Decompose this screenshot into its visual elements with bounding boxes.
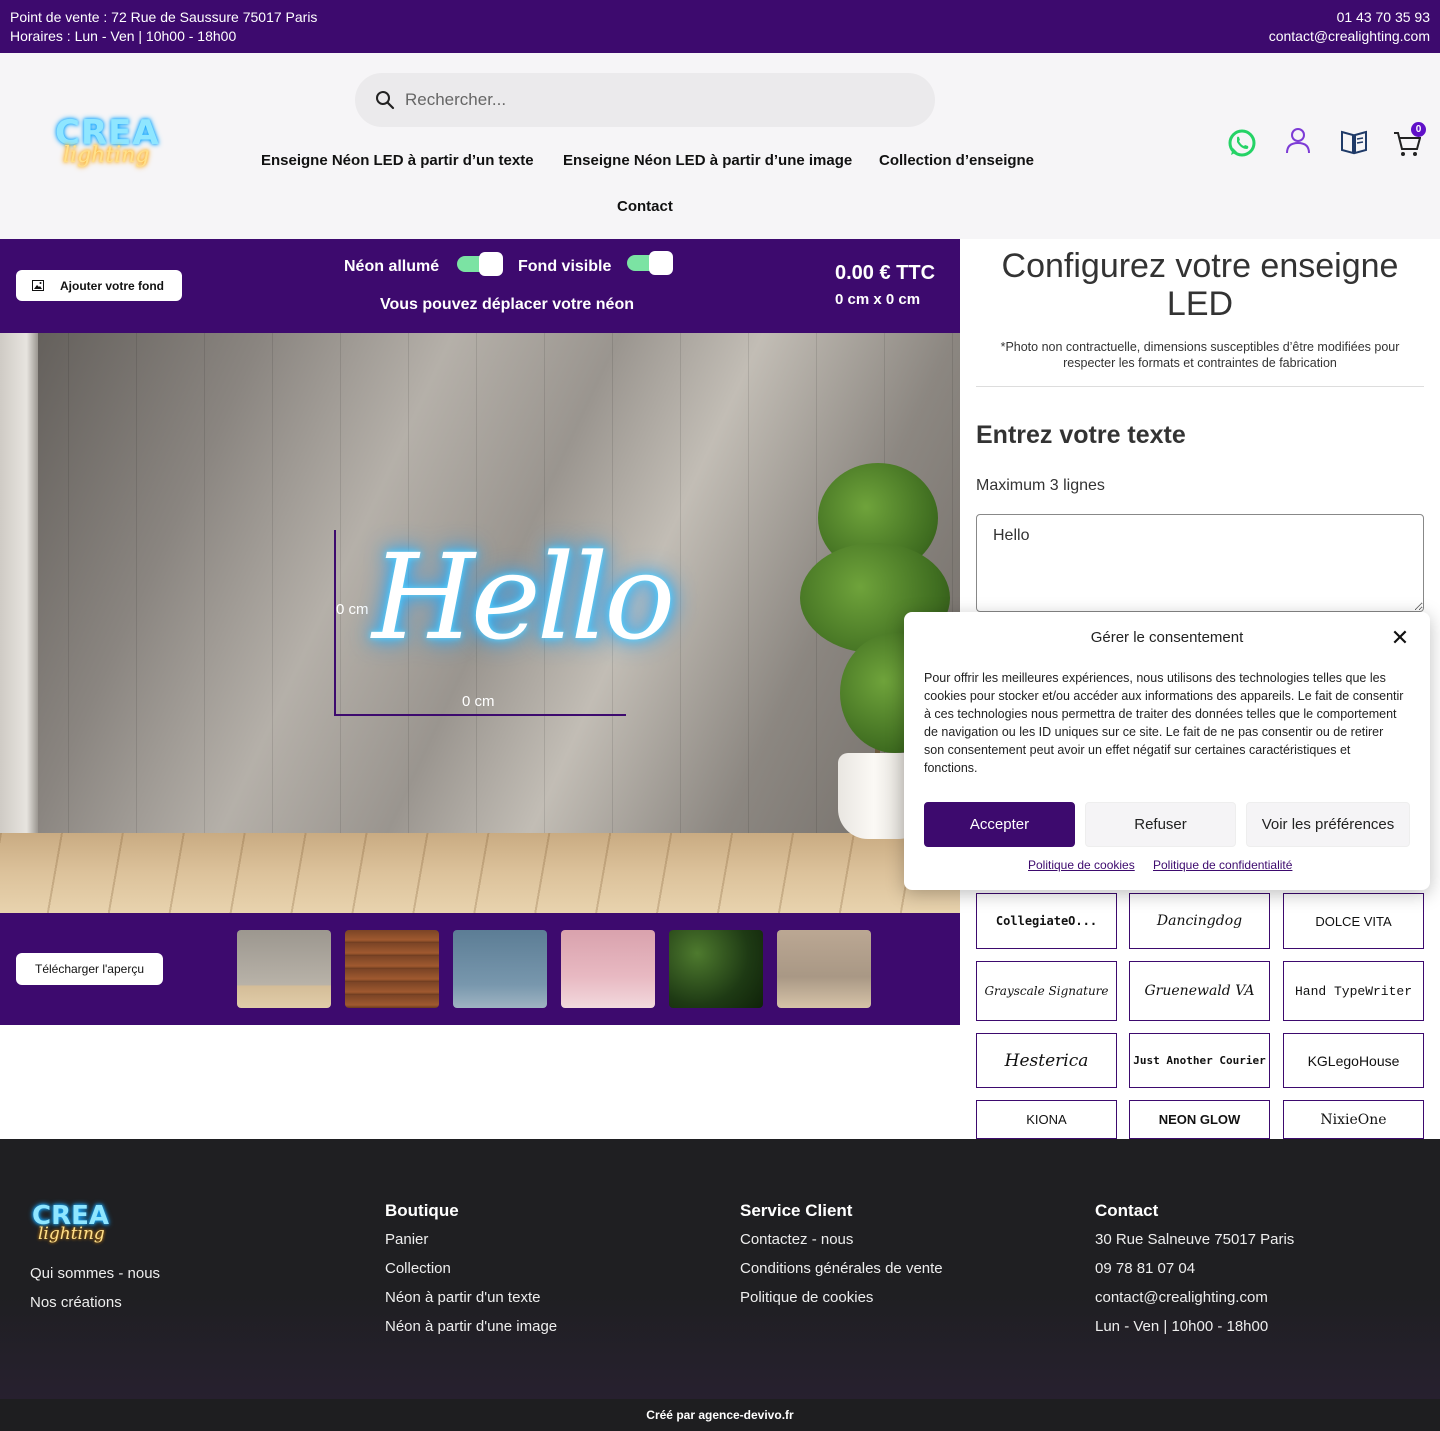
footer-link-neon-image[interactable]: Néon à partir d'une image (385, 1318, 557, 1335)
footer-phone[interactable]: 09 78 81 07 04 (1095, 1260, 1195, 1277)
refuse-cookies-button[interactable]: Refuser (1085, 802, 1236, 847)
background-picker-bar: Télécharger l'aperçu (0, 913, 960, 1025)
dimensions: 0 cm x 0 cm (835, 291, 921, 308)
text-section-title: Entrez votre texte (976, 421, 1186, 449)
background-thumbnail-blue-room[interactable] (453, 930, 547, 1008)
width-label: 0 cm (462, 693, 495, 710)
font-option-dancingdog[interactable]: Dancingdog (1129, 893, 1270, 949)
footer-link-neon-text[interactable]: Néon à partir d'un texte (385, 1289, 540, 1306)
bg-visible-toggle[interactable] (627, 251, 673, 275)
font-option-kiona[interactable]: KIONA (976, 1100, 1117, 1139)
footer-boutique-title: Boutique (385, 1201, 459, 1220)
search-icon[interactable] (375, 90, 395, 115)
nav-contact[interactable]: Contact (617, 198, 673, 215)
wall-pillar (0, 333, 38, 833)
bg-visible-label: Fond visible (518, 258, 612, 275)
footer-contact-title: Contact (1095, 1201, 1159, 1220)
footer-link-about[interactable]: Qui sommes - nous (30, 1265, 160, 1282)
height-dimension-line (334, 530, 336, 715)
font-option-nixieone[interactable]: NixieOne (1283, 1100, 1424, 1139)
font-option-neon-glow[interactable]: NEON GLOW (1129, 1100, 1270, 1139)
footer-link-cookie-policy[interactable]: Politique de cookies (740, 1289, 873, 1306)
footer-hours: Lun - Ven | 10h00 - 18h00 (1095, 1318, 1269, 1335)
cart-count-badge: 0 (1411, 122, 1426, 137)
catalog-book-icon[interactable] (1340, 129, 1368, 160)
neon-text[interactable]: Hello (372, 528, 675, 666)
footer-credit[interactable]: Créé par agence-devivo.fr (0, 1399, 1440, 1431)
search-bar (355, 73, 935, 127)
store-address: Point de vente : 72 Rue de Saussure 7501… (10, 9, 318, 25)
footer-logo-lighting-text: lighting (38, 1224, 105, 1244)
background-thumbnail-concrete[interactable] (237, 930, 331, 1008)
image-icon (32, 280, 44, 294)
background-thumbnail-pink-room[interactable] (561, 930, 655, 1008)
site-logo[interactable]: CREA lighting (55, 113, 159, 181)
neon-preview-canvas[interactable]: 0 cm 0 cm Hello (0, 333, 960, 913)
font-option-kglegohouse[interactable]: KGLegoHouse (1283, 1033, 1424, 1088)
add-background-button[interactable]: Ajouter votre fond (16, 270, 182, 301)
add-background-label: Ajouter votre fond (60, 278, 164, 293)
disclaimer-note: *Photo non contractuelle, dimensions sus… (1000, 340, 1400, 370)
site-header: CREA lighting Enseigne Néon LED à partir… (0, 53, 1440, 239)
background-thumbnail-wood[interactable] (345, 930, 439, 1008)
max-lines-hint: Maximum 3 lignes (976, 477, 1105, 494)
whatsapp-icon[interactable] (1227, 128, 1257, 163)
price: 0.00 € TTC (835, 262, 936, 284)
logo-lighting-text: lighting (63, 143, 150, 168)
panel-title: Configurez votre enseigne LED (1001, 247, 1399, 323)
font-option-hand-typewriter[interactable]: Hand TypeWriter (1283, 961, 1424, 1021)
footer-link-cart[interactable]: Panier (385, 1231, 428, 1248)
cookie-preferences-button[interactable]: Voir les préférences (1246, 802, 1410, 847)
phone-link[interactable]: 01 43 70 35 93 (1337, 9, 1430, 25)
cookie-policy-link[interactable]: Politique de cookies (1028, 858, 1135, 872)
neon-on-toggle[interactable] (457, 252, 503, 276)
height-label: 0 cm (336, 601, 369, 618)
background-thumbnail-foliage[interactable] (669, 930, 763, 1008)
divider (976, 386, 1424, 387)
move-neon-hint: Vous pouvez déplacer votre néon (380, 296, 634, 313)
consent-title: Gérer le consentement (1090, 629, 1244, 646)
download-preview-button[interactable]: Télécharger l'aperçu (16, 953, 163, 985)
font-option-gruenewald[interactable]: Gruenewald VA (1129, 961, 1270, 1021)
font-option-collegiate[interactable]: CollegiateO... (976, 893, 1117, 949)
footer-link-creations[interactable]: Nos créations (30, 1294, 122, 1311)
background-thumbnail-beige-room[interactable] (777, 930, 871, 1008)
font-option-dolce-vita[interactable]: DOLCE VITA (1283, 893, 1424, 949)
accept-cookies-button[interactable]: Accepter (924, 802, 1075, 847)
nav-collection[interactable]: Collection d’enseigne (879, 152, 1034, 169)
account-icon[interactable] (1285, 127, 1311, 160)
footer-address: 30 Rue Salneuve 75017 Paris (1095, 1231, 1295, 1248)
footer-email[interactable]: contact@crealighting.com (1095, 1289, 1268, 1306)
nav-neon-image[interactable]: Enseigne Néon LED à partir d’une image (563, 152, 852, 169)
configurator-toolbar: Ajouter votre fond Néon allumé Fond visi… (0, 239, 960, 333)
footer-link-collection[interactable]: Collection (385, 1260, 451, 1277)
wooden-floor (0, 833, 960, 913)
footer-link-contact-us[interactable]: Contactez - nous (740, 1231, 853, 1248)
width-dimension-line (334, 714, 626, 716)
nav-neon-text[interactable]: Enseigne Néon LED à partir d’un texte (261, 152, 534, 169)
email-link[interactable]: contact@crealighting.com (1269, 28, 1430, 44)
footer-service-title: Service Client (740, 1201, 853, 1220)
font-option-just-another-courier[interactable]: Just Another Courier (1129, 1033, 1270, 1088)
font-option-hesterica[interactable]: Hesterica (976, 1033, 1117, 1088)
neon-text-input[interactable] (976, 514, 1424, 612)
privacy-policy-link[interactable]: Politique de confidentialité (1153, 858, 1292, 872)
consent-text: Pour offrir les meilleures expériences, … (924, 671, 1404, 775)
top-info-bar: Point de vente : 72 Rue de Saussure 7501… (0, 0, 1440, 53)
neon-on-label: Néon allumé (344, 258, 440, 275)
footer-logo[interactable]: CREA lighting (32, 1201, 112, 1251)
footer-link-cgv[interactable]: Conditions générales de vente (740, 1260, 943, 1277)
close-icon[interactable]: ✕ (1390, 627, 1410, 649)
opening-hours: Horaires : Lun - Ven | 10h00 - 18h00 (10, 28, 237, 44)
font-option-grayscale-signature[interactable]: Grayscale Signature (976, 961, 1117, 1021)
site-footer: CREA lighting Qui sommes - nous Nos créa… (0, 1139, 1440, 1399)
search-input[interactable] (405, 85, 905, 115)
cookie-consent-dialog: Gérer le consentement ✕ Pour offrir les … (904, 612, 1430, 890)
